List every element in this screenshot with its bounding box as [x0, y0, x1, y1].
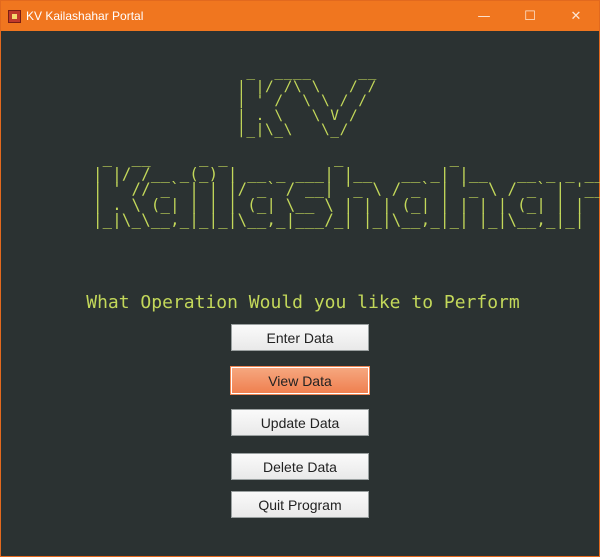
title-bar[interactable]: KV Kailashahar Portal — ☐ ✕ [1, 1, 599, 31]
main-content: _ ____ __ | |/ /\ \ / / | ' / \ \ / / | … [7, 35, 600, 550]
kv-ascii-banner: _ ____ __ | |/ /\ \ / / | ' / \ \ / / | … [237, 64, 377, 138]
delete-data-button[interactable]: Delete Data [231, 453, 369, 480]
minimize-button[interactable]: — [461, 1, 507, 31]
window-title: KV Kailashahar Portal [26, 9, 144, 23]
quit-program-button[interactable]: Quit Program [231, 491, 369, 518]
enter-data-button[interactable]: Enter Data [231, 324, 369, 351]
kailashahar-ascii-banner: _ __ _ _ _ _ | |/ /__ _(_) | __ _ ___| |… [93, 149, 600, 230]
operation-prompt: What Operation Would you like to Perform [86, 292, 520, 313]
window-controls: — ☐ ✕ [461, 1, 599, 31]
maximize-button[interactable]: ☐ [507, 1, 553, 31]
app-icon [8, 9, 21, 23]
update-data-button[interactable]: Update Data [231, 409, 369, 436]
close-button[interactable]: ✕ [553, 1, 599, 31]
app-window: KV Kailashahar Portal — ☐ ✕ _ ____ __ | … [0, 0, 600, 557]
view-data-button[interactable]: View Data [231, 367, 369, 394]
